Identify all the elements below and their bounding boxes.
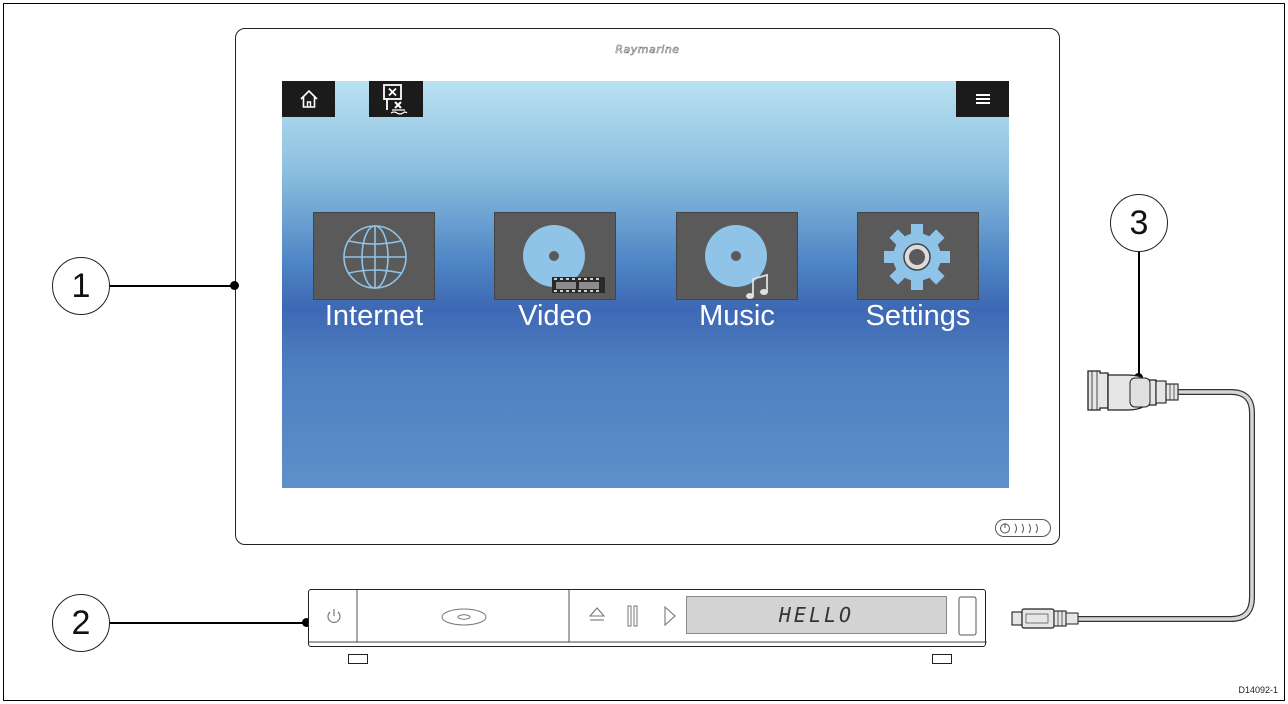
player-foot-left (348, 654, 368, 664)
eject-icon[interactable] (588, 605, 606, 625)
power-icon[interactable] (325, 607, 343, 625)
pause-icon[interactable] (627, 604, 639, 628)
media-player-device: HELLO (308, 589, 987, 647)
disc-slot-icon[interactable] (440, 607, 488, 627)
play-icon[interactable] (663, 605, 677, 627)
hdmi-connector-display (1087, 370, 1179, 411)
player-foot-right (932, 654, 952, 664)
hdmi-connector-player (1011, 608, 1079, 629)
lcd-display: HELLO (686, 596, 947, 634)
document-id: D14092-1 (1238, 685, 1278, 695)
